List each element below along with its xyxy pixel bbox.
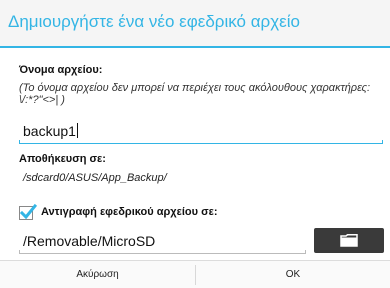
title-divider bbox=[0, 46, 390, 48]
filename-input-tick-left bbox=[19, 140, 20, 144]
copy-path-input[interactable]: /Removable/MicroSD bbox=[19, 230, 306, 254]
checkmark-icon bbox=[19, 203, 37, 220]
save-to-label: Αποθήκευση σε: bbox=[19, 153, 106, 165]
browse-folder-button[interactable] bbox=[314, 228, 384, 253]
filename-input-underline bbox=[19, 143, 383, 144]
filename-label: Όνομα αρχείου: bbox=[19, 64, 103, 76]
filename-input[interactable]: backup1 bbox=[19, 120, 383, 144]
filename-hint: (Το όνομα αρχείου δεν μπορεί να περιέχει… bbox=[19, 82, 371, 106]
create-backup-dialog: Δημιουργήστε ένα νέο εφεδρικό αρχείο Όνο… bbox=[0, 0, 390, 288]
text-caret bbox=[76, 123, 78, 138]
dialog-button-bar: Ακύρωση OK bbox=[0, 260, 390, 288]
filename-input-value: backup1 bbox=[23, 123, 78, 139]
copy-path-tick-left bbox=[19, 250, 20, 254]
cancel-button[interactable]: Ακύρωση bbox=[0, 261, 195, 288]
save-to-path: /sdcard0/ASUS/App_Backup/ bbox=[23, 172, 167, 184]
copy-path-value: /Removable/MicroSD bbox=[23, 233, 156, 249]
dialog-title-bar: Δημιουργήστε ένα νέο εφεδρικό αρχείο bbox=[0, 0, 390, 46]
ok-button[interactable]: OK bbox=[196, 261, 390, 288]
copy-backup-checkbox[interactable] bbox=[19, 203, 37, 220]
copy-path-tick-right bbox=[305, 250, 306, 254]
copy-backup-checkbox-label[interactable]: Αντιγραφή εφεδρικού αρχείου σε: bbox=[41, 206, 218, 218]
dialog-title: Δημιουργήστε ένα νέο εφεδρικό αρχείο bbox=[8, 12, 300, 31]
filename-input-tick-right bbox=[382, 140, 383, 144]
folder-icon bbox=[340, 234, 358, 247]
copy-path-underline bbox=[19, 253, 306, 254]
